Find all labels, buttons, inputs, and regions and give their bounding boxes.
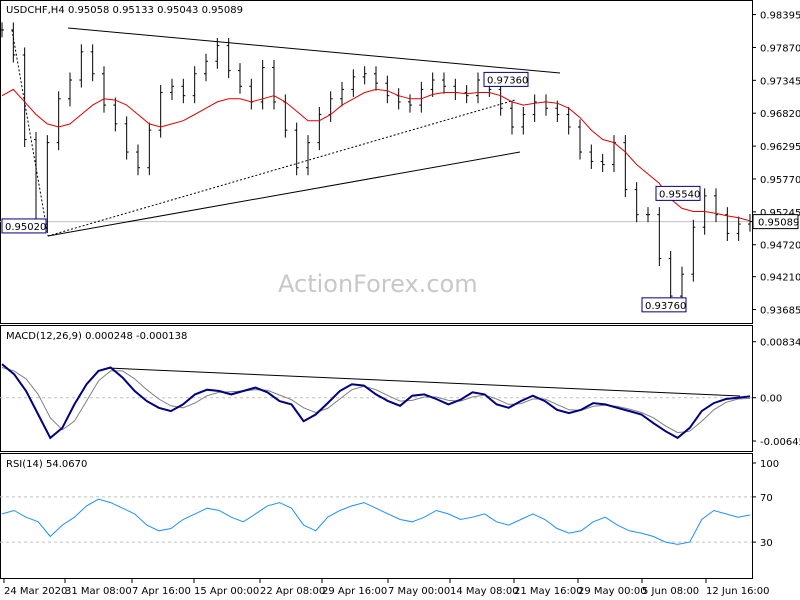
chart-symbol: USDCHF,H4 bbox=[6, 5, 65, 16]
time-tick-label: 14 May 08:00 bbox=[450, 586, 519, 597]
time-tick-label: 29 Apr 16:00 bbox=[322, 586, 387, 597]
macd-tick-label: 0.00 bbox=[760, 394, 782, 405]
rsi-tick-label: 100 bbox=[760, 459, 779, 470]
price-tick-label: 0.98395 bbox=[760, 11, 800, 22]
price-tick-label: 0.93685 bbox=[760, 306, 800, 317]
time-tick-label: 22 Apr 08:00 bbox=[260, 586, 325, 597]
price-tick-label: 0.97345 bbox=[760, 76, 800, 87]
time-tick-label: 7 Apr 16:00 bbox=[132, 586, 191, 597]
rsi-tick-label: 30 bbox=[760, 538, 773, 549]
trading-chart: USDCHF,H4 0.95058 0.95133 0.95043 0.9508… bbox=[0, 0, 800, 600]
rsi-tick-label: 70 bbox=[760, 493, 773, 504]
macd-title: MACD(12,26,9) 0.000248 -0.000138 bbox=[6, 331, 187, 342]
price-level-label: 0.95540 bbox=[659, 189, 700, 200]
time-tick-label: 12 Jun 16:00 bbox=[706, 586, 770, 597]
price-tick-label: 0.96820 bbox=[760, 109, 800, 120]
price-tick-label: 0.94210 bbox=[760, 273, 800, 284]
time-tick-label: 7 May 00:00 bbox=[388, 586, 450, 597]
watermark: ActionForex.com bbox=[278, 270, 478, 298]
time-tick-label: 21 May 16:00 bbox=[514, 586, 583, 597]
rsi-title: RSI(14) 54.0670 bbox=[6, 459, 87, 470]
price-tick-label: 0.94720 bbox=[760, 241, 800, 252]
time-tick-label: 29 May 00:00 bbox=[578, 586, 647, 597]
price-level-label: 0.93760 bbox=[645, 301, 686, 312]
macd-tick-label: -0.006457 bbox=[760, 437, 800, 448]
price-tick-label: 0.96295 bbox=[760, 142, 800, 153]
chart-ohlc: 0.95058 0.95133 0.95043 0.95089 bbox=[68, 5, 243, 16]
time-tick-label: 24 Mar 2020 bbox=[4, 586, 67, 597]
current-price-label: 0.95089 bbox=[758, 218, 799, 229]
price-tick-label: 0.97870 bbox=[760, 43, 800, 54]
time-tick-label: 31 Mar 08:00 bbox=[65, 586, 132, 597]
price-level-label: 0.95020 bbox=[5, 222, 46, 233]
macd-tick-label: 0.008347 bbox=[760, 338, 800, 349]
price-tick-label: 0.95770 bbox=[760, 175, 800, 186]
time-tick-label: 15 Apr 00:00 bbox=[194, 586, 259, 597]
time-tick-label: 5 Jun 08:00 bbox=[642, 586, 699, 597]
price-level-label: 0.97360 bbox=[487, 75, 528, 86]
